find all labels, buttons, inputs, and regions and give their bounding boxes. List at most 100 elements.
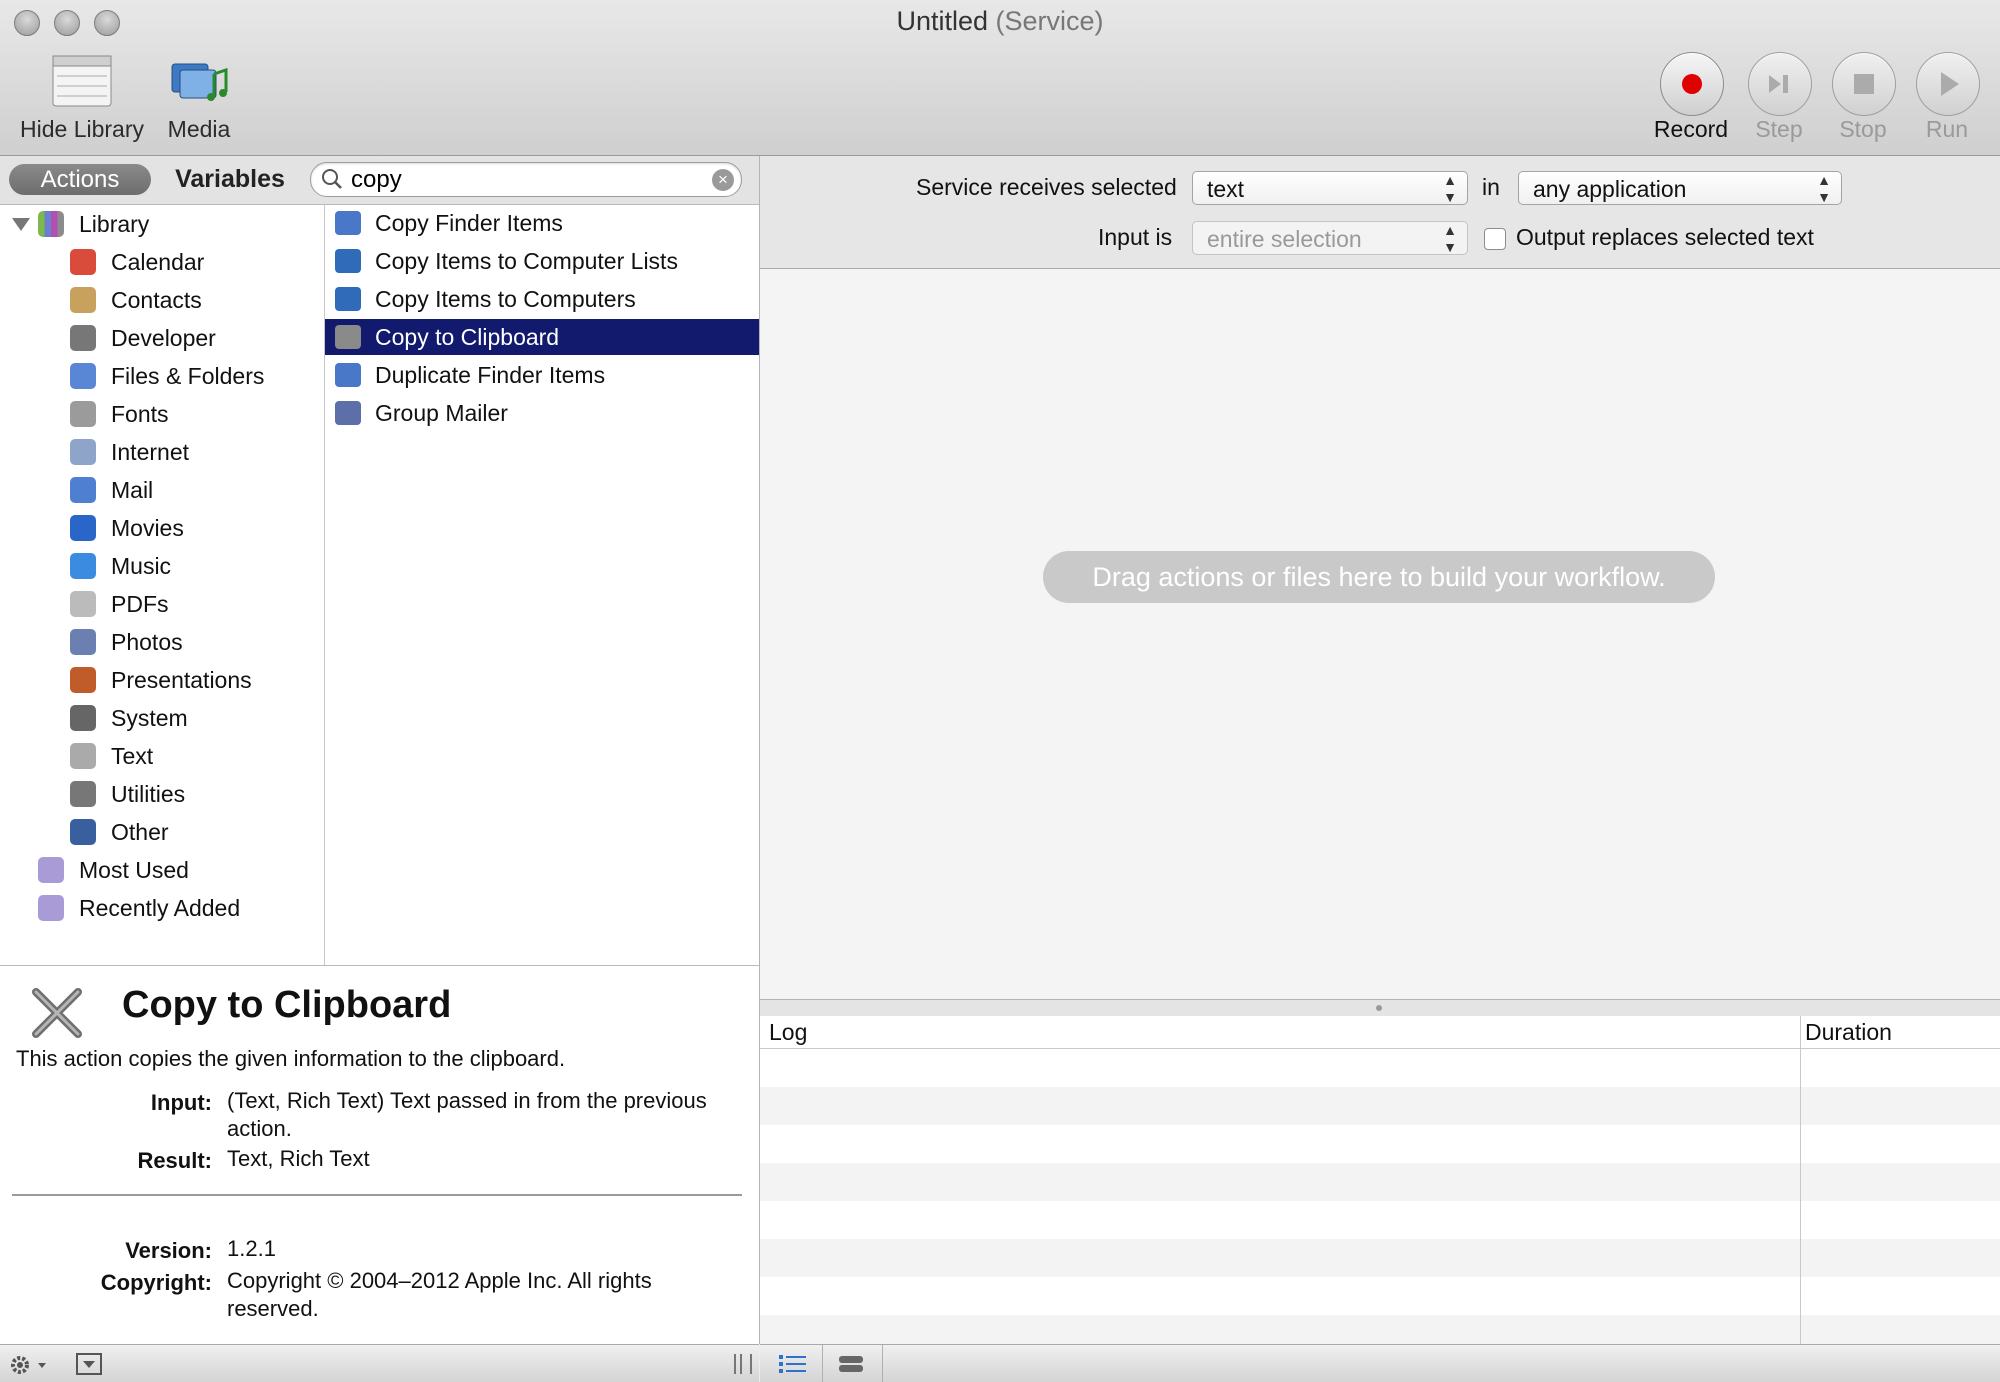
library-item-label: Files & Folders	[111, 363, 265, 389]
action-item-label: Copy Items to Computers	[375, 286, 636, 312]
text-icon	[70, 743, 96, 769]
record-icon	[1682, 74, 1702, 94]
action-item-copy-items-to-computers[interactable]: Copy Items to Computers	[325, 281, 759, 317]
action-copy-items-to-computer-lists-icon	[335, 249, 361, 273]
library-item-mail[interactable]: Mail	[0, 471, 324, 509]
action-copy-finder-items-icon	[335, 211, 361, 235]
stop-icon	[1854, 74, 1874, 94]
movies-icon	[70, 515, 96, 541]
library-item-system[interactable]: System	[0, 699, 324, 737]
description-divider	[12, 1194, 742, 1196]
action-item-copy-to-clipboard[interactable]: Copy to Clipboard	[325, 319, 759, 355]
description-summary: This action copies the given information…	[16, 1046, 566, 1071]
library-item-text[interactable]: Text	[0, 737, 324, 775]
run-button[interactable]	[1916, 52, 1980, 116]
calendar-icon	[70, 249, 96, 275]
library-item-label: Fonts	[111, 401, 169, 427]
library-item-label: PDFs	[111, 591, 169, 617]
workflow-area[interactable]	[760, 269, 2000, 999]
tab-variables[interactable]: Variables	[160, 164, 300, 195]
library-item-label: Text	[111, 743, 154, 769]
library-root[interactable]: Library	[0, 205, 324, 243]
step-button[interactable]	[1748, 52, 1812, 116]
run-icon	[1941, 72, 1959, 96]
resize-handle-icon[interactable]	[734, 1354, 752, 1374]
disclosure-triangle-icon[interactable]	[12, 218, 30, 231]
library-item-files-folders[interactable]: Files & Folders	[0, 357, 324, 395]
library-item-pdfs[interactable]: PDFs	[0, 585, 324, 623]
service-settings: Service receives selected text ▲ ▼ in any…	[760, 156, 2000, 269]
stop-button[interactable]	[1832, 52, 1896, 116]
gear-icon[interactable]	[8, 1350, 54, 1380]
action-item-label: Copy to Clipboard	[375, 324, 560, 350]
utilities-icon	[70, 781, 96, 807]
library-icon	[52, 55, 112, 107]
library-item-internet[interactable]: Internet	[0, 433, 324, 471]
automator-window: Untitled (Service) Hide Library Media Re…	[0, 0, 2000, 1382]
utilities-icon	[32, 988, 82, 1038]
record-button[interactable]	[1660, 52, 1724, 116]
search-icon	[322, 169, 342, 189]
receives-type-select[interactable]: text ▲ ▼	[1192, 171, 1468, 205]
receives-type-value: text	[1207, 176, 1245, 202]
log-bottom-bar	[760, 1344, 2000, 1382]
smart-group-most-used[interactable]: Most Used	[0, 851, 324, 889]
action-item-group-mailer[interactable]: Group Mailer	[325, 395, 759, 431]
list-view-icon[interactable]	[776, 1351, 810, 1377]
description-toggle-icon[interactable]	[74, 1351, 104, 1377]
hide-library-button[interactable]: Hide Library	[12, 54, 152, 143]
library-header: Actions Variables ×	[0, 156, 759, 205]
library-item-music[interactable]: Music	[0, 547, 324, 585]
column-view-icon[interactable]	[834, 1351, 868, 1377]
copyright-value: Copyright © 2004–2012 Apple Inc. All rig…	[227, 1268, 652, 1321]
library-item-label: Contacts	[111, 287, 202, 313]
pdfs-icon	[70, 591, 96, 617]
application-select[interactable]: any application ▲ ▼	[1518, 171, 1842, 205]
run-label: Run	[1925, 116, 1969, 142]
duration-column-header[interactable]: Duration	[1805, 1019, 1892, 1046]
developer-icon	[70, 325, 96, 351]
media-icon	[171, 63, 228, 101]
library-item-presentations[interactable]: Presentations	[0, 661, 324, 699]
internet-icon	[70, 439, 96, 465]
library-item-contacts[interactable]: Contacts	[0, 281, 324, 319]
action-group-mailer-icon	[335, 401, 361, 425]
library-item-photos[interactable]: Photos	[0, 623, 324, 661]
window-title-name: Untitled	[896, 6, 988, 36]
hide-library-label: Hide Library	[20, 116, 144, 142]
library-list: Library Calendar Contacts Developer Files & …	[0, 205, 325, 965]
clear-search-icon[interactable]: ×	[712, 169, 734, 191]
tab-actions[interactable]: Actions	[9, 164, 151, 195]
updown-arrows-icon: ▲ ▼	[1443, 222, 1457, 255]
receives-label: Service receives selected	[916, 174, 1177, 200]
action-item-copy-items-to-computer-lists[interactable]: Copy Items to Computer Lists	[325, 243, 759, 279]
log-table	[760, 1049, 2000, 1344]
library-item-developer[interactable]: Developer	[0, 319, 324, 357]
log-splitter[interactable]	[760, 999, 2000, 1017]
result-key: Result:	[137, 1148, 212, 1173]
library-item-movies[interactable]: Movies	[0, 509, 324, 547]
library-item-label: Presentations	[111, 667, 252, 693]
in-label: in	[1482, 174, 1500, 200]
version-key: Version:	[125, 1238, 212, 1263]
library-item-label: Music	[111, 553, 172, 579]
output-replaces-checkbox[interactable]	[1484, 228, 1506, 250]
library-item-other[interactable]: Other	[0, 813, 324, 851]
library-item-utilities[interactable]: Utilities	[0, 775, 324, 813]
library-item-label: Other	[111, 819, 169, 845]
library-item-calendar[interactable]: Calendar	[0, 243, 324, 281]
media-button[interactable]: Media	[160, 58, 238, 143]
smart-group-recently-added[interactable]: Recently Added	[0, 889, 324, 927]
action-duplicate-finder-items-icon	[335, 363, 361, 387]
log-column-header[interactable]: Log	[769, 1019, 807, 1046]
search-field[interactable]: ×	[310, 162, 742, 197]
version-value: 1.2.1	[227, 1236, 276, 1261]
files-folders-icon	[70, 363, 96, 389]
action-item-copy-finder-items[interactable]: Copy Finder Items	[325, 205, 759, 241]
input-is-select[interactable]: entire selection ▲ ▼	[1192, 221, 1468, 255]
action-item-duplicate-finder-items[interactable]: Duplicate Finder Items	[325, 357, 759, 393]
workflow-hint: Drag actions or files here to build your…	[1043, 551, 1715, 603]
search-input[interactable]	[349, 165, 693, 195]
description-title: Copy to Clipboard	[122, 984, 452, 1026]
library-item-fonts[interactable]: Fonts	[0, 395, 324, 433]
